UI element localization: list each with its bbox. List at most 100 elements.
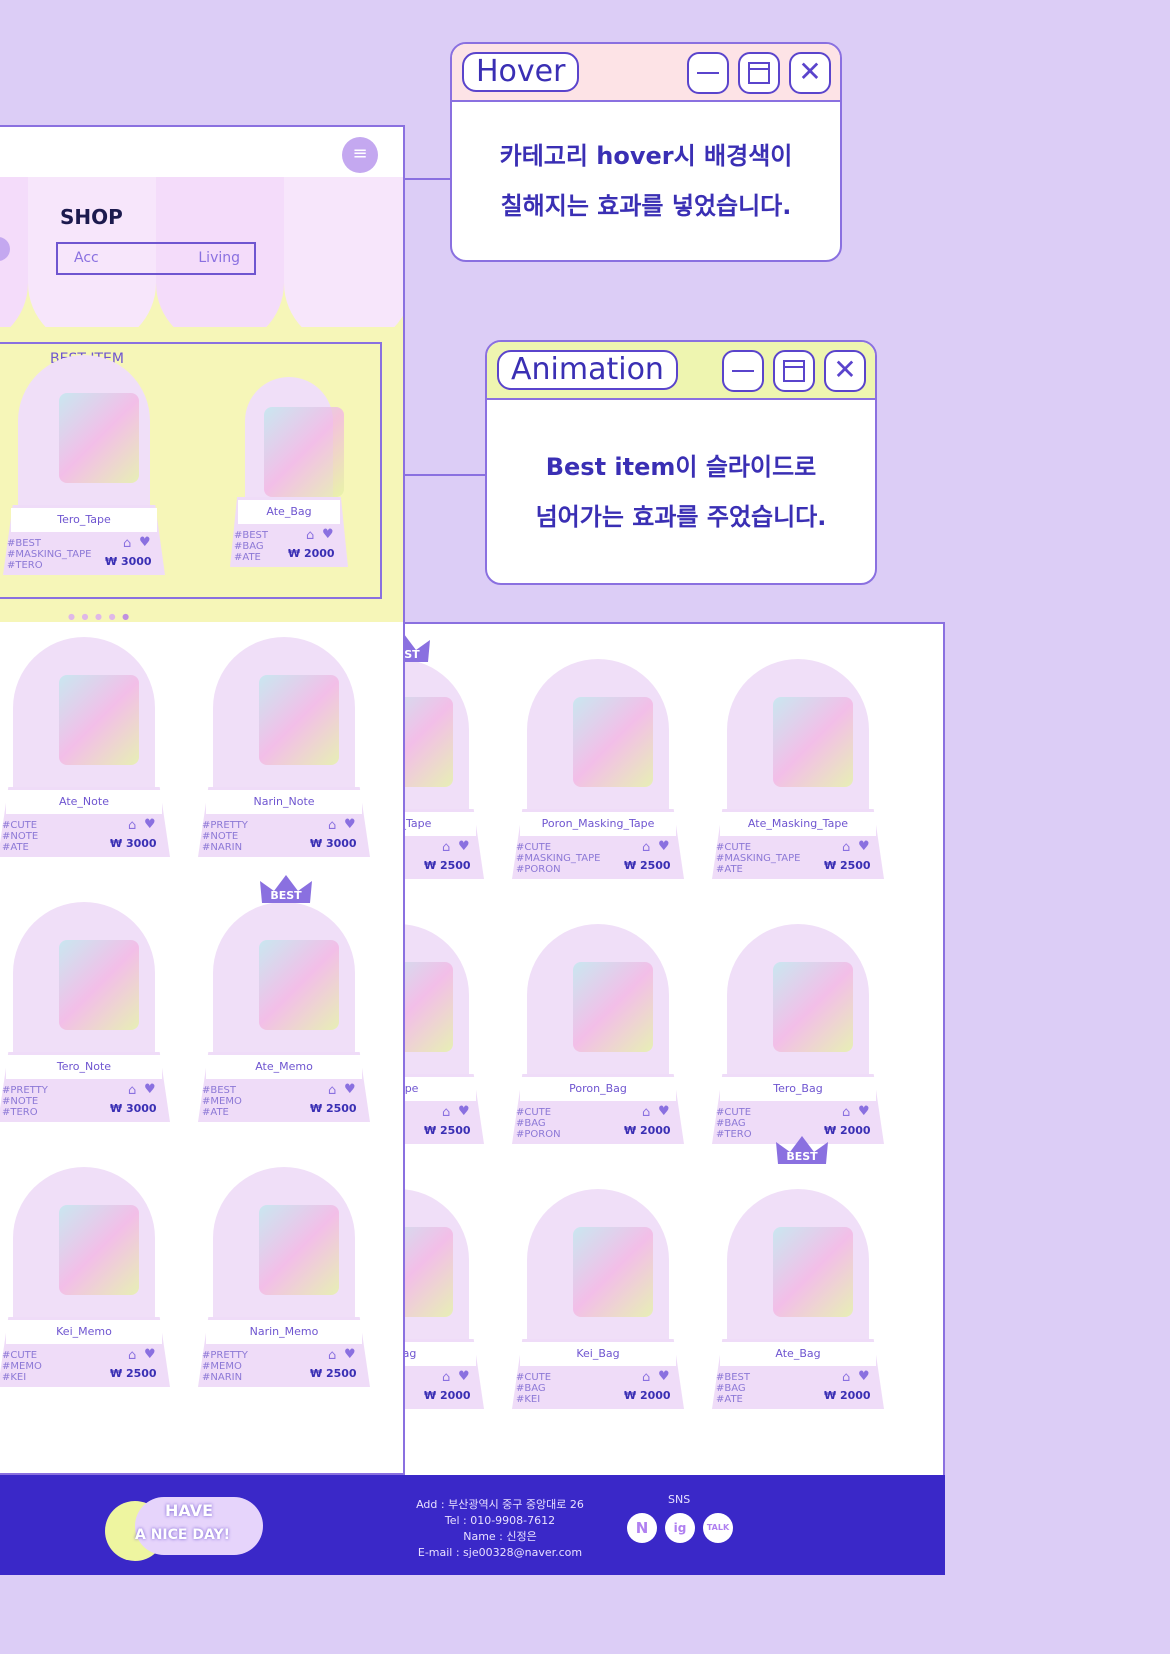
close-button[interactable]: ✕ bbox=[789, 52, 831, 94]
product-name[interactable]: Kei_Bag bbox=[520, 1342, 676, 1366]
product-name[interactable]: Ate_Bag bbox=[720, 1342, 876, 1366]
product-image bbox=[773, 696, 853, 787]
product-card[interactable]: Poron_Masking_Tape #CUTE #MASKING_TAPE #PO… bbox=[512, 659, 714, 884]
product-image bbox=[59, 1204, 139, 1295]
product-image bbox=[59, 392, 139, 483]
window-tab-label: Animation bbox=[497, 350, 678, 390]
product-card[interactable]: Poron_Bag #CUTE #BAG #PORON ⌂ ♥ ₩ 2000 bbox=[512, 924, 714, 1149]
footer-logo: HAVE A NICE DAY! bbox=[105, 1493, 265, 1561]
cart-icon[interactable]: ⌂ bbox=[306, 528, 314, 543]
product-name[interactable]: Tero_Tape bbox=[11, 508, 157, 532]
product-tags: #BEST #BAG #ATE bbox=[234, 530, 269, 563]
cart-icon[interactable]: ⌂ bbox=[842, 1370, 850, 1385]
product-card[interactable]: Kei_Bag #CUTE #BAG #KEI ⌂ ♥ ₩ 2000 bbox=[512, 1189, 714, 1414]
awning-stripe bbox=[284, 177, 403, 347]
product-name[interactable]: Ate_Memo bbox=[206, 1055, 362, 1079]
heart-icon[interactable]: ♥ bbox=[858, 839, 870, 854]
cart-icon[interactable]: ⌂ bbox=[123, 536, 131, 551]
heart-icon[interactable]: ♥ bbox=[144, 817, 156, 832]
product-card[interactable]: Tero_Bag #CUTE #BAG #TERO ⌂ ♥ ₩ 2000 bbox=[712, 924, 914, 1149]
heart-icon[interactable]: ♥ bbox=[658, 839, 670, 854]
minimize-button[interactable] bbox=[722, 350, 764, 392]
sns-naver-icon[interactable]: N bbox=[627, 1513, 657, 1543]
footer-contact: Add : 부산광역시 중구 중앙대로 26 Tel : 010-9908-76… bbox=[370, 1497, 630, 1561]
cart-icon[interactable]: ⌂ bbox=[128, 1348, 136, 1363]
sns-kakaotalk-icon[interactable]: TALK bbox=[703, 1513, 733, 1543]
heart-icon[interactable]: ♥ bbox=[344, 817, 356, 832]
product-tags: #CUTE #MEMO #KEI bbox=[2, 1350, 42, 1383]
cart-icon[interactable]: ⌂ bbox=[328, 1348, 336, 1363]
product-card[interactable]: Tero_Note #PRETTY #NOTE #TERO ⌂ ♥ ₩ 3000 bbox=[0, 902, 200, 1127]
category-acc[interactable]: Acc bbox=[74, 250, 99, 266]
product-name[interactable]: Ate_Note bbox=[6, 790, 162, 814]
product-name[interactable]: Tero_Bag bbox=[720, 1077, 876, 1101]
product-card[interactable]: Ate_Bag #BEST #BAG #ATE ⌂ ♥ ₩ 2000 bbox=[712, 1189, 914, 1414]
product-image bbox=[773, 1226, 853, 1317]
sns-title: SNS bbox=[668, 1493, 691, 1506]
product-card[interactable]: Ate_Memo #BEST #MEMO #ATE ⌂ ♥ ₩ 2500 bbox=[198, 902, 400, 1127]
product-card[interactable]: Ate_Bag #BEST #BAG #ATE ⌂ ♥ ₩ 2000 bbox=[230, 377, 378, 572]
heart-icon[interactable]: ♥ bbox=[322, 527, 334, 542]
product-price: ₩ 2000 bbox=[624, 1124, 671, 1137]
product-card[interactable]: Narin_Note #PRETTY #NOTE #NARIN ⌂ ♥ ₩ 3000 bbox=[198, 637, 400, 862]
product-price: ₩ 2000 bbox=[288, 547, 335, 560]
product-name[interactable]: Poron_Bag bbox=[520, 1077, 676, 1101]
product-name[interactable]: Narin_Note bbox=[206, 790, 362, 814]
minimize-button[interactable] bbox=[687, 52, 729, 94]
product-card[interactable]: Ate_Masking_Tape #CUTE #MASKING_TAPE #ATE … bbox=[712, 659, 914, 884]
cart-icon[interactable]: ⌂ bbox=[328, 818, 336, 833]
heart-icon[interactable]: ♥ bbox=[344, 1347, 356, 1362]
slide-dots[interactable]: ● ● ● ● ● bbox=[68, 612, 131, 621]
product-card[interactable]: Tero_Tape #BEST #MASKING_TAPE #TERO ⌂ ♥ ₩ … bbox=[3, 355, 195, 580]
heart-icon[interactable]: ♥ bbox=[658, 1369, 670, 1384]
cart-icon[interactable]: ⌂ bbox=[442, 1370, 450, 1385]
cart-icon[interactable]: ⌂ bbox=[642, 840, 650, 855]
cart-icon[interactable]: ⌂ bbox=[442, 840, 450, 855]
animation-description-line1: Best item이 슬라이드로 bbox=[545, 452, 817, 481]
window-body: 카테고리 hover시 배경색이 칠해지는 효과를 넣었습니다. bbox=[452, 102, 840, 260]
product-name[interactable]: Poron_Masking_Tape bbox=[520, 812, 676, 836]
product-name[interactable]: Kei_Memo bbox=[6, 1320, 162, 1344]
cart-icon[interactable]: ⌂ bbox=[128, 1083, 136, 1098]
product-name[interactable]: Narin_Memo bbox=[206, 1320, 362, 1344]
best-crown-badge: BEST bbox=[258, 873, 314, 905]
menu-icon[interactable]: ≡ bbox=[342, 137, 378, 173]
cart-icon[interactable]: ⌂ bbox=[842, 1105, 850, 1120]
product-image bbox=[573, 1226, 653, 1317]
product-name[interactable]: Ate_Masking_Tape bbox=[720, 812, 876, 836]
mobile-shop-page: ≡ SHOP Acc Living BEST ITEM Tero_Tape #B… bbox=[0, 125, 405, 1475]
category-living[interactable]: Living bbox=[198, 250, 240, 266]
product-name[interactable]: Tero_Note bbox=[6, 1055, 162, 1079]
heart-icon[interactable]: ♥ bbox=[658, 1104, 670, 1119]
window-title-bar: Animation ✕ bbox=[487, 342, 875, 400]
product-price: ₩ 3000 bbox=[110, 1102, 157, 1115]
heart-icon[interactable]: ♥ bbox=[458, 1104, 470, 1119]
cart-icon[interactable]: ⌂ bbox=[328, 1083, 336, 1098]
heart-icon[interactable]: ♥ bbox=[144, 1347, 156, 1362]
product-tags: #PRETTY #NOTE #NARIN bbox=[202, 820, 248, 853]
heart-icon[interactable]: ♥ bbox=[858, 1369, 870, 1384]
cart-icon[interactable]: ⌂ bbox=[442, 1105, 450, 1120]
maximize-button[interactable] bbox=[738, 52, 780, 94]
product-card[interactable]: Kei_Memo #CUTE #MEMO #KEI ⌂ ♥ ₩ 2500 bbox=[0, 1167, 200, 1392]
cart-icon[interactable]: ⌂ bbox=[642, 1370, 650, 1385]
cart-icon[interactable]: ⌂ bbox=[842, 840, 850, 855]
product-card[interactable]: Narin_Memo #PRETTY #MEMO #NARIN ⌂ ♥ ₩ 2500 bbox=[198, 1167, 400, 1392]
heart-icon[interactable]: ♥ bbox=[458, 1369, 470, 1384]
product-name[interactable]: Ate_Bag bbox=[238, 500, 340, 524]
product-price: ₩ 2000 bbox=[824, 1389, 871, 1402]
product-price: ₩ 2500 bbox=[824, 859, 871, 872]
heart-icon[interactable]: ♥ bbox=[344, 1082, 356, 1097]
close-button[interactable]: ✕ bbox=[824, 350, 866, 392]
sns-instagram-icon[interactable]: ig bbox=[665, 1513, 695, 1543]
hover-annotation-window: Hover ✕ 카테고리 hover시 배경색이 칠해지는 효과를 넣었습니다. bbox=[450, 42, 842, 262]
cart-icon[interactable]: ⌂ bbox=[642, 1105, 650, 1120]
heart-icon[interactable]: ♥ bbox=[458, 839, 470, 854]
product-image bbox=[59, 939, 139, 1030]
heart-icon[interactable]: ♥ bbox=[139, 535, 151, 550]
product-card[interactable]: Ate_Note #CUTE #NOTE #ATE ⌂ ♥ ₩ 3000 bbox=[0, 637, 200, 862]
heart-icon[interactable]: ♥ bbox=[144, 1082, 156, 1097]
cart-icon[interactable]: ⌂ bbox=[128, 818, 136, 833]
maximize-button[interactable] bbox=[773, 350, 815, 392]
heart-icon[interactable]: ♥ bbox=[858, 1104, 870, 1119]
